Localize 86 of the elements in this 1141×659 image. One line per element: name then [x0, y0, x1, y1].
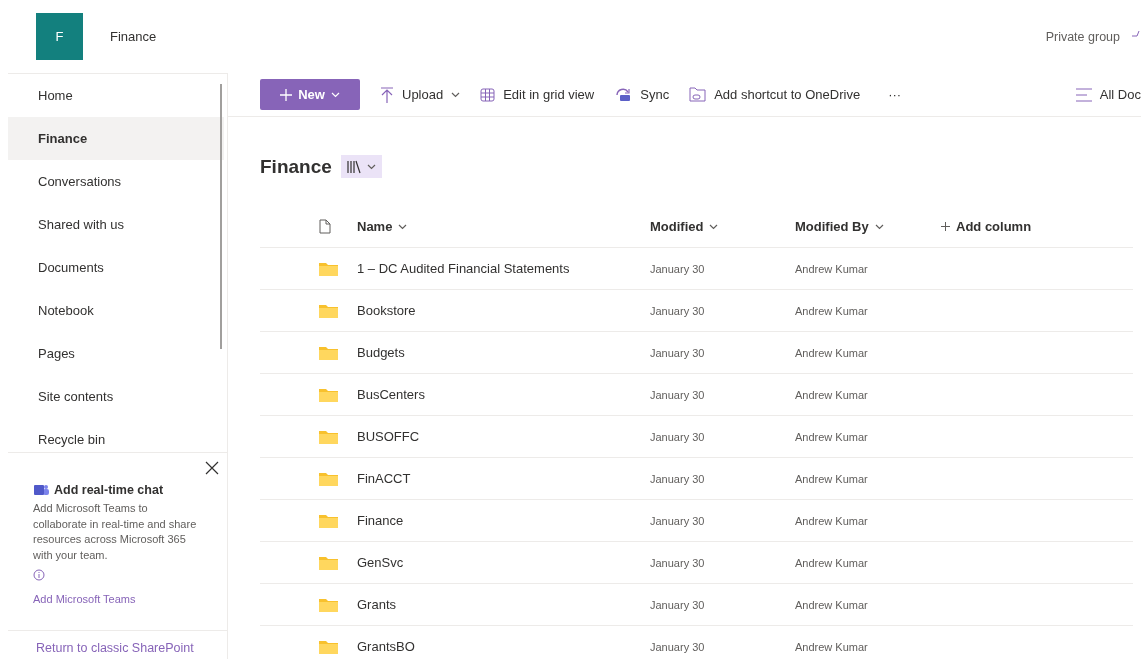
folder-name[interactable]: GenSvc — [357, 555, 650, 570]
chevron-down-icon — [874, 223, 884, 230]
modified-by: Andrew Kumar — [795, 388, 869, 401]
more-button[interactable]: ··· — [888, 87, 902, 102]
new-button[interactable]: New — [260, 79, 360, 110]
nav-item[interactable]: Site contents — [8, 375, 224, 418]
modified-by: Andrew Kumar — [795, 556, 869, 569]
column-header[interactable]: Modified — [650, 219, 719, 234]
modified-date: January 30 — [650, 262, 706, 275]
privacy-label: Private group — [1045, 29, 1120, 44]
modified-by: Andrew Kumar — [795, 514, 869, 527]
folder-icon — [319, 261, 338, 276]
chevron-down-icon — [366, 163, 376, 170]
site-name: Finance — [110, 29, 157, 44]
column-header[interactable]: Name — [357, 219, 408, 234]
folder-icon — [319, 345, 338, 360]
modified-date: January 30 — [650, 640, 706, 653]
folder-name[interactable]: 1 – DC Audited Financial Statements — [357, 261, 650, 276]
toolbar-button[interactable]: Edit in grid view — [480, 87, 595, 102]
chevron-down-icon — [709, 223, 719, 230]
toolbar-button[interactable]: Sync — [614, 86, 670, 103]
modified-date: January 30 — [650, 430, 706, 443]
folder-name[interactable]: FinACCT — [357, 471, 650, 486]
modified-by: Andrew Kumar — [795, 262, 869, 275]
folder-name[interactable]: Grants — [357, 597, 650, 612]
folder-icon — [319, 639, 338, 654]
close-button[interactable] — [205, 461, 219, 475]
toolbar-button[interactable]: Add shortcut to OneDrive — [689, 87, 861, 102]
modified-date: January 30 — [650, 556, 706, 569]
panel-description: Add Microsoft Teams to collaborate in real-time and share resources across Microsoft 365 with your team. — [33, 501, 198, 563]
modified-date: January 30 — [650, 598, 706, 611]
teams-icon — [33, 483, 50, 497]
return-classic-link[interactable]: Return to classic SharePoint — [8, 631, 227, 655]
file-type-icon — [319, 219, 331, 234]
info-icon[interactable] — [33, 569, 45, 581]
folder-icon — [319, 597, 338, 612]
folder-name[interactable]: BUSOFFC — [357, 429, 650, 444]
modified-by: Andrew Kumar — [795, 472, 869, 485]
folder-name[interactable]: BusCenters — [357, 387, 650, 402]
nav-item[interactable]: Home — [8, 74, 224, 117]
library-books-icon — [346, 159, 363, 174]
folder-icon — [319, 513, 338, 528]
modified-date: January 30 — [650, 514, 706, 527]
modified-by: Andrew Kumar — [795, 430, 869, 443]
plus-icon — [941, 222, 950, 231]
list-lines-icon — [1075, 87, 1092, 102]
nav-item[interactable]: Notebook — [8, 289, 224, 332]
upload-icon — [380, 86, 394, 103]
modified-date: January 30 — [650, 304, 706, 317]
modified-date: January 30 — [650, 472, 706, 485]
add-column-button[interactable]: Add column — [941, 219, 1032, 234]
column-header[interactable]: Modified By — [795, 219, 884, 234]
panel-title: Add real-time chat — [54, 483, 164, 497]
folder-icon — [319, 303, 338, 318]
modified-date: January 30 — [650, 388, 706, 401]
plus-icon — [280, 88, 293, 101]
site-logo[interactable]: F — [36, 13, 83, 60]
folder-icon — [319, 555, 338, 570]
nav-item[interactable]: Conversations — [8, 160, 224, 203]
modified-by: Andrew Kumar — [795, 640, 869, 653]
sync-icon — [614, 86, 633, 103]
modified-by: Andrew Kumar — [795, 304, 869, 317]
library-view-menu-button[interactable] — [340, 155, 382, 178]
folder-name[interactable]: Budgets — [357, 345, 650, 360]
nav-item[interactable]: Documents — [8, 246, 224, 289]
nav-item[interactable]: Shared with us — [8, 203, 224, 246]
folder-shortcut-icon — [689, 87, 707, 102]
modified-by: Andrew Kumar — [795, 346, 869, 359]
grid-icon — [480, 87, 496, 102]
nav-item[interactable]: Finance — [8, 117, 224, 160]
folder-name[interactable]: GrantsBO — [357, 639, 650, 654]
modified-date: January 30 — [650, 346, 706, 359]
add-teams-link[interactable]: Add Microsoft Teams — [33, 593, 227, 605]
library-title: Finance — [260, 155, 332, 178]
folder-name[interactable]: Finance — [357, 513, 650, 528]
folder-name[interactable]: Bookstore — [357, 303, 650, 318]
nav-item[interactable]: Pages — [8, 332, 224, 375]
modified-by: Andrew Kumar — [795, 598, 869, 611]
nav-item[interactable]: Recycle bin — [8, 418, 224, 452]
toolbar-button[interactable]: Upload — [380, 86, 461, 103]
folder-icon — [319, 429, 338, 444]
folder-icon — [319, 471, 338, 486]
view-selector[interactable]: All Doc — [1075, 87, 1141, 102]
folder-icon — [319, 387, 338, 402]
chevron-down-icon — [398, 223, 408, 230]
chevron-down-icon — [330, 91, 340, 98]
